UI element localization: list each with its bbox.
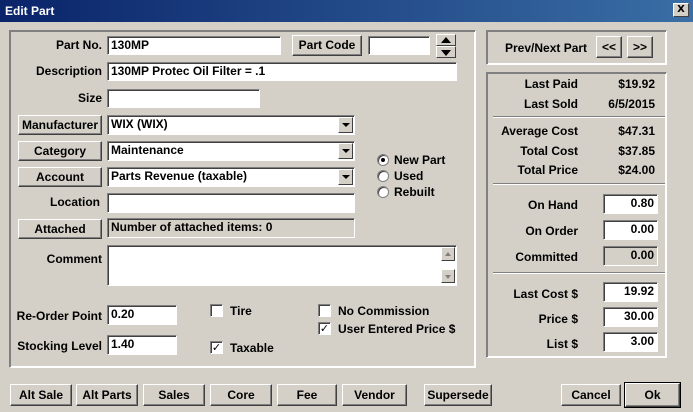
- category-select[interactable]: Maintenance: [107, 141, 355, 161]
- stocking-level-label: Stocking Level: [17, 339, 102, 353]
- part-code-button[interactable]: Part Code: [292, 35, 362, 56]
- taxable-label: Taxable: [230, 341, 274, 355]
- size-input[interactable]: [107, 89, 260, 108]
- checkmark-icon: ✓: [211, 341, 222, 354]
- alt-sale-button[interactable]: Alt Sale: [10, 384, 72, 406]
- prev-next-label: Prev/Next Part: [505, 41, 588, 55]
- last-cost-input[interactable]: 19.92: [603, 282, 658, 302]
- manufacturer-select[interactable]: WIX (WIX): [107, 115, 355, 135]
- stocking-level-input[interactable]: 1.40: [107, 335, 177, 355]
- description-input[interactable]: 130MP Protec Oil Filter = .1: [107, 62, 457, 81]
- new-part-radio[interactable]: [377, 154, 389, 166]
- part-code-input[interactable]: [368, 36, 430, 55]
- chevron-down-icon[interactable]: [338, 169, 353, 185]
- on-hand-label: On Hand: [528, 198, 578, 212]
- last-paid-label: Last Paid: [524, 77, 578, 91]
- stats-divider: [493, 116, 665, 118]
- category-value: Maintenance: [111, 143, 184, 157]
- average-cost-label: Average Cost: [501, 124, 578, 138]
- size-label: Size: [77, 91, 102, 105]
- last-sold-value: 6/5/2015: [608, 97, 655, 111]
- last-cost-label: Last Cost $: [513, 287, 578, 301]
- account-value: Parts Revenue (taxable): [111, 169, 248, 183]
- next-part-button[interactable]: >>: [627, 36, 653, 58]
- total-cost-value: $37.85: [618, 144, 655, 158]
- attached-count: Number of attached items: 0: [107, 218, 355, 238]
- alt-parts-button[interactable]: Alt Parts: [76, 384, 138, 406]
- description-label: Description: [35, 64, 102, 78]
- on-hand-input[interactable]: 0.80: [603, 194, 658, 214]
- window-title: Edit Part: [5, 4, 55, 18]
- committed-value: 0.00: [603, 246, 658, 266]
- on-order-input[interactable]: 0.00: [603, 220, 658, 240]
- rebuilt-label: Rebuilt: [394, 185, 435, 199]
- comment-label: Comment: [46, 252, 102, 266]
- scroll-up-icon[interactable]: [441, 247, 455, 261]
- location-label: Location: [50, 195, 100, 209]
- ok-button[interactable]: Ok: [624, 382, 681, 408]
- committed-label: Committed: [515, 250, 578, 264]
- manufacturer-value: WIX (WIX): [111, 117, 168, 131]
- spin-down-icon[interactable]: [436, 46, 456, 58]
- no-commission-label: No Commission: [338, 304, 430, 318]
- vendor-button[interactable]: Vendor: [342, 384, 407, 406]
- tire-label: Tire: [230, 304, 252, 318]
- manufacturer-button[interactable]: Manufacturer: [18, 115, 102, 135]
- last-sold-label: Last Sold: [523, 97, 578, 111]
- account-button[interactable]: Account: [18, 167, 102, 187]
- price-input[interactable]: 30.00: [603, 307, 658, 327]
- taxable-checkbox[interactable]: ✓: [210, 341, 223, 354]
- total-cost-label: Total Cost: [520, 144, 578, 158]
- scroll-down-icon[interactable]: [441, 269, 455, 283]
- last-paid-value: $19.92: [618, 77, 655, 91]
- checkmark-icon: ✓: [319, 322, 330, 335]
- attached-button[interactable]: Attached: [18, 219, 102, 239]
- spin-up-icon[interactable]: [436, 34, 456, 46]
- prev-part-button[interactable]: <<: [596, 36, 622, 58]
- user-entered-price-label: User Entered Price $: [338, 322, 456, 336]
- reorder-point-input[interactable]: 0.20: [107, 305, 177, 325]
- comment-textarea[interactable]: [107, 245, 457, 286]
- new-part-label: New Part: [394, 153, 446, 167]
- core-button[interactable]: Core: [210, 384, 272, 406]
- stats-divider: [493, 272, 665, 274]
- total-price-value: $24.00: [618, 163, 655, 177]
- no-commission-checkbox[interactable]: [318, 304, 331, 317]
- reorder-point-label: Re-Order Point: [16, 309, 102, 323]
- location-input[interactable]: [107, 193, 355, 213]
- user-entered-price-checkbox[interactable]: ✓: [318, 322, 331, 335]
- chevron-down-icon[interactable]: [338, 143, 353, 159]
- cancel-button[interactable]: Cancel: [561, 384, 621, 406]
- stats-divider: [493, 183, 665, 185]
- price-label: Price $: [538, 312, 578, 326]
- sales-button[interactable]: Sales: [143, 384, 205, 406]
- title-bar: Edit Part: [0, 0, 693, 22]
- average-cost-value: $47.31: [618, 124, 655, 138]
- used-radio[interactable]: [377, 170, 389, 182]
- chevron-down-icon[interactable]: [338, 117, 353, 133]
- rebuilt-radio[interactable]: [377, 186, 389, 198]
- account-select[interactable]: Parts Revenue (taxable): [107, 167, 355, 187]
- close-icon[interactable]: X: [673, 3, 689, 17]
- used-label: Used: [394, 169, 424, 183]
- total-price-label: Total Price: [517, 163, 578, 177]
- category-button[interactable]: Category: [18, 141, 102, 161]
- part-no-input[interactable]: 130MP: [107, 36, 281, 55]
- tire-checkbox[interactable]: [210, 304, 223, 317]
- part-no-label: Part No.: [55, 38, 102, 52]
- supersede-button[interactable]: Supersede: [424, 384, 492, 406]
- list-price-label: List $: [546, 337, 578, 351]
- on-order-label: On Order: [525, 224, 578, 238]
- list-price-input[interactable]: 3.00: [603, 332, 658, 352]
- fee-button[interactable]: Fee: [277, 384, 337, 406]
